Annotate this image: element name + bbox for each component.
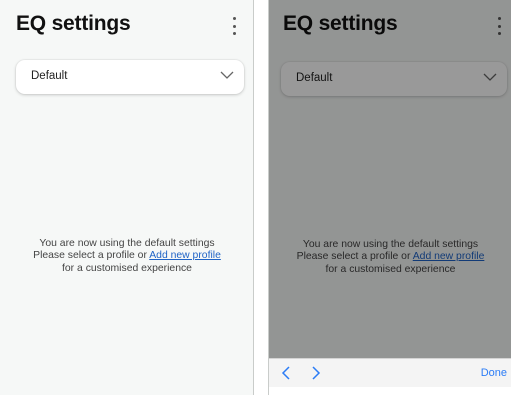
eq-settings-screen: EQ settings Default You are now using th… <box>0 0 254 395</box>
keyboard-accessory-toolbar: Done <box>269 358 511 388</box>
empty-state-line1: You are now using the default settings <box>39 238 215 249</box>
chevron-right-icon[interactable] <box>311 366 321 380</box>
eq-settings-screen-keyboard-state: EQ settings Default You are now using th… <box>268 0 511 395</box>
empty-state-message: You are now using the default settings P… <box>0 238 253 275</box>
profile-dropdown-value: Default <box>31 70 68 82</box>
page-title: EQ settings <box>16 12 131 35</box>
done-button[interactable]: Done <box>481 367 507 379</box>
more-vert-icon[interactable] <box>232 17 236 35</box>
keyboard-area <box>269 387 511 395</box>
empty-state-line2-text: Please select a profile or <box>33 250 150 262</box>
add-new-profile-link[interactable]: Add new profile <box>149 250 221 261</box>
dim-overlay <box>269 0 511 358</box>
empty-state-line2: Please select a profile or Add new profi… <box>0 250 253 262</box>
chevron-down-icon <box>220 71 234 79</box>
chevron-left-icon[interactable] <box>281 366 291 380</box>
empty-state-line3: for a customised experience <box>62 262 192 274</box>
profile-dropdown[interactable]: Default <box>16 60 244 94</box>
